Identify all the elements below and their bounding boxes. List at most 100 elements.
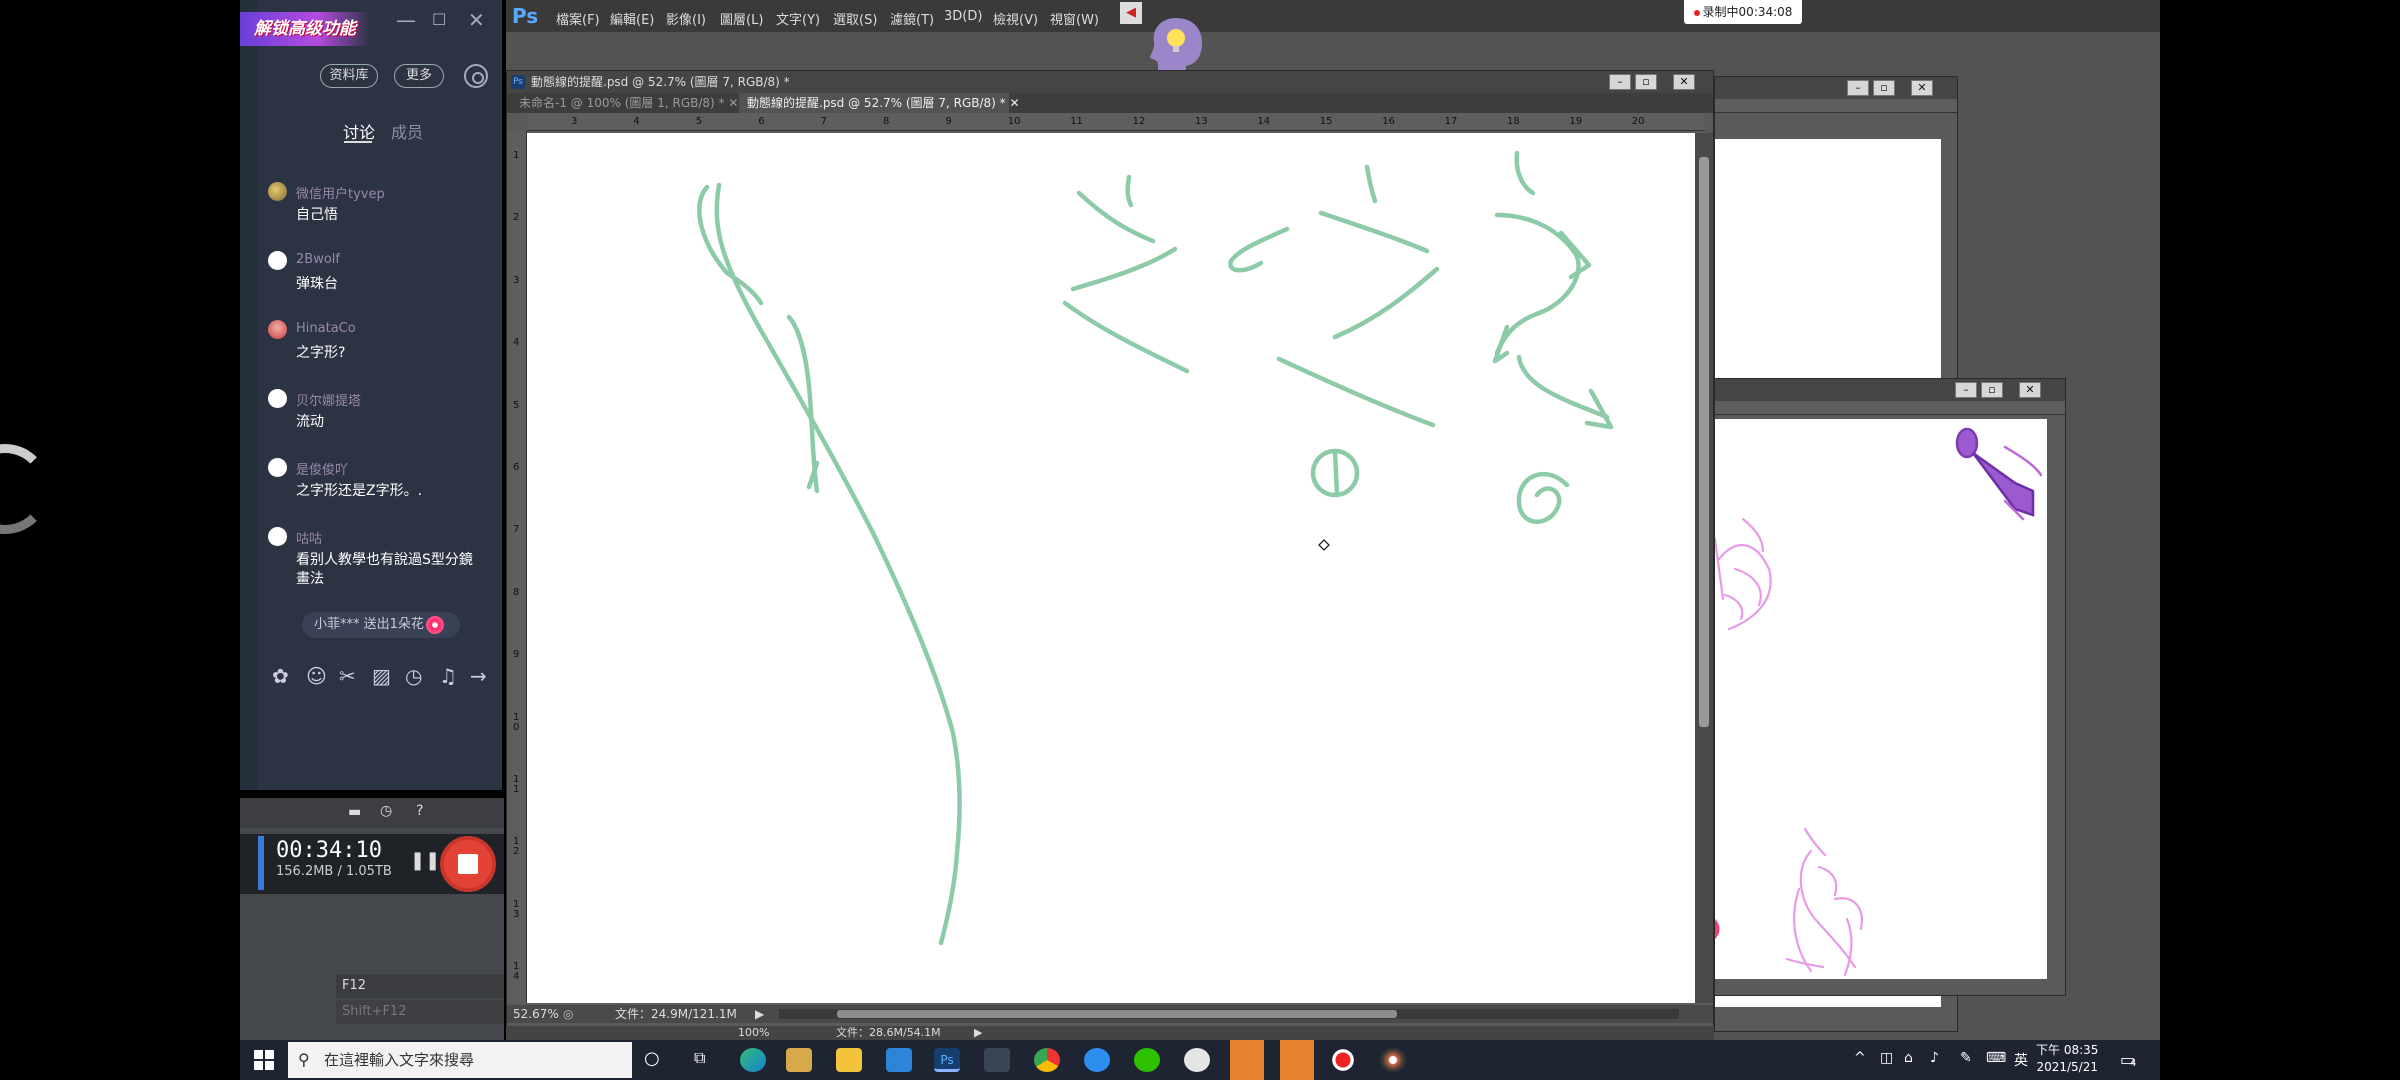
- close-button[interactable]: ✕: [2019, 382, 2041, 398]
- stop-button[interactable]: [440, 836, 496, 892]
- menu-image[interactable]: 影像(I): [666, 9, 706, 28]
- chrome-icon[interactable]: [1034, 1048, 1060, 1072]
- edge-icon[interactable]: [740, 1048, 766, 1072]
- folder-icon[interactable]: ▬: [348, 804, 361, 820]
- status-arrow-icon[interactable]: ▶: [974, 1026, 982, 1040]
- scissors-icon[interactable]: ✂: [339, 664, 356, 688]
- help-icon[interactable]: ?: [416, 803, 423, 819]
- tab-untitled[interactable]: 未命名-1 @ 100% (圖層 1, RGB/8) * ✕: [511, 93, 738, 113]
- mute-icon[interactable]: ◀: [1120, 2, 1142, 24]
- ruler-tick-label: 5: [695, 116, 703, 127]
- flower-gift-icon[interactable]: ✿: [272, 664, 289, 688]
- minimize-icon[interactable]: —: [396, 8, 416, 32]
- message-author: 咕咕: [296, 532, 323, 547]
- minimize-button[interactable]: –: [1847, 80, 1869, 96]
- search-placeholder: 在這裡輸入文字來搜尋: [324, 1051, 475, 1069]
- tray-app-icon[interactable]: ◫: [1880, 1050, 1893, 1066]
- wechat-icon[interactable]: [1134, 1048, 1160, 1072]
- lightbulb-head-icon: [1150, 18, 1202, 74]
- mail-icon[interactable]: [886, 1048, 912, 1072]
- cortana-icon[interactable]: ○: [644, 1048, 660, 1069]
- pause-button[interactable]: ❚❚: [410, 850, 440, 871]
- maximize-icon[interactable]: ☐: [432, 10, 446, 29]
- unlock-premium-banner[interactable]: 解锁高级功能: [240, 12, 370, 46]
- recording-time: 00:34:10: [276, 838, 382, 863]
- menu-file[interactable]: 檔案(F): [556, 9, 600, 28]
- ruler-tick-label: 11: [513, 774, 520, 795]
- tab-discuss[interactable]: 讨论: [343, 119, 375, 143]
- menu-layer[interactable]: 圖層(L): [720, 9, 763, 28]
- send-arrow-icon[interactable]: →: [470, 664, 487, 688]
- background-document-2[interactable]: – ▫ ✕: [1714, 378, 2066, 996]
- menu-filter[interactable]: 濾鏡(T): [890, 9, 934, 28]
- menu-view[interactable]: 檢視(V): [993, 9, 1038, 28]
- tab-close-icon[interactable]: ✕: [728, 96, 738, 110]
- pen-icon[interactable]: ✎: [1960, 1050, 1972, 1066]
- app-w-icon[interactable]: [1184, 1048, 1210, 1072]
- menu-type[interactable]: 文字(Y): [776, 9, 820, 28]
- ruler-tick-label: 20: [1631, 116, 1645, 127]
- photoshop-taskbar-icon[interactable]: Ps: [934, 1048, 960, 1072]
- settings-icon[interactable]: [464, 64, 488, 88]
- ruler-tick-label: 11: [1070, 116, 1083, 127]
- scroll-thumb[interactable]: [1699, 157, 1709, 727]
- maximize-button[interactable]: ▫: [1981, 382, 2003, 398]
- tab-active-document[interactable]: 動態線的提醒.psd @ 52.7% (圖層 7, RGB/8) * ✕: [739, 93, 1020, 113]
- active-app-c-icon[interactable]: [1230, 1040, 1264, 1080]
- vertical-scrollbar[interactable]: [1695, 133, 1713, 1003]
- chat-panel: 解锁高级功能 — ☐ ✕ 资料库 更多 讨论 成员 微信用户tyvep 自己悟 …: [240, 0, 502, 790]
- zoom-level: 100%: [738, 1026, 770, 1039]
- media-app-icon[interactable]: [1380, 1048, 1406, 1072]
- taskbar-clock[interactable]: 下午 08:35 2021/5/21: [2036, 1042, 2098, 1076]
- file-explorer-icon[interactable]: [836, 1048, 862, 1072]
- tray-expand-icon[interactable]: ^: [1854, 1050, 1866, 1066]
- ruler-tick-label: 6: [758, 116, 765, 127]
- clock-icon[interactable]: ◷: [405, 664, 422, 688]
- close-button[interactable]: ✕: [1673, 74, 1695, 90]
- zoom-level[interactable]: 52.67%: [513, 1005, 559, 1023]
- timer-icon[interactable]: ◷: [380, 803, 392, 819]
- close-button[interactable]: ✕: [1911, 80, 1933, 96]
- tab-close-icon[interactable]: ✕: [1010, 96, 1020, 110]
- image-icon[interactable]: ▨: [372, 664, 391, 688]
- menu-edit[interactable]: 編輯(E): [610, 9, 654, 28]
- status-arrow-icon[interactable]: ▶: [755, 1005, 764, 1023]
- main-document-window[interactable]: Ps 動態線的提醒.psd @ 52.7% (圖層 7, RGB/8) * – …: [506, 70, 1714, 1034]
- volume-icon[interactable]: ♪: [1930, 1050, 1939, 1066]
- task-view-icon[interactable]: ⧉: [694, 1048, 705, 1068]
- maximize-button[interactable]: ▫: [1873, 80, 1895, 96]
- ruler-tick-label: 15: [1319, 116, 1333, 127]
- emoji-icon[interactable]: ☺: [306, 664, 327, 688]
- ime-indicator[interactable]: 英: [2014, 1050, 2028, 1070]
- more-button[interactable]: 更多: [394, 64, 444, 88]
- library-button[interactable]: 资料库: [320, 64, 378, 88]
- bell-icon[interactable]: ♫: [439, 664, 457, 688]
- active-app-icon[interactable]: [1280, 1040, 1314, 1080]
- record-app-icon[interactable]: [1330, 1048, 1356, 1072]
- drawing-canvas[interactable]: [527, 133, 1695, 1003]
- ruler-tick-label: 14: [1257, 116, 1271, 127]
- menu-3d[interactable]: 3D(D): [944, 9, 982, 24]
- ruler-tick-label: 8: [883, 116, 890, 127]
- tray-vpn-icon[interactable]: ⌂: [1904, 1050, 1913, 1066]
- ruler-tick-label: 10: [1007, 116, 1021, 127]
- tab-members[interactable]: 成员: [391, 119, 423, 143]
- keyboard-icon[interactable]: ⌨: [1986, 1050, 2006, 1066]
- status-info-icon[interactable]: ◎: [563, 1005, 573, 1023]
- scroll-thumb[interactable]: [837, 1010, 1397, 1018]
- windows-start-icon[interactable]: [254, 1050, 274, 1070]
- close-icon[interactable]: ✕: [468, 8, 485, 32]
- horizontal-scrollbar[interactable]: [779, 1009, 1679, 1019]
- menu-window[interactable]: 視窗(W): [1050, 9, 1099, 28]
- menu-select[interactable]: 選取(S): [833, 9, 877, 28]
- sketch-canvas[interactable]: [1715, 419, 2047, 979]
- app-icon[interactable]: [984, 1048, 1010, 1072]
- avatar: [268, 320, 287, 339]
- feather-icon[interactable]: [1084, 1048, 1110, 1072]
- store-icon[interactable]: [786, 1048, 812, 1072]
- maximize-button[interactable]: ▫: [1635, 74, 1657, 90]
- ruler-tick-label: 7: [513, 524, 520, 536]
- taskbar-search[interactable]: ⚲ 在這裡輸入文字來搜尋: [288, 1042, 632, 1078]
- minimize-button[interactable]: –: [1955, 382, 1977, 398]
- minimize-button[interactable]: –: [1609, 74, 1631, 90]
